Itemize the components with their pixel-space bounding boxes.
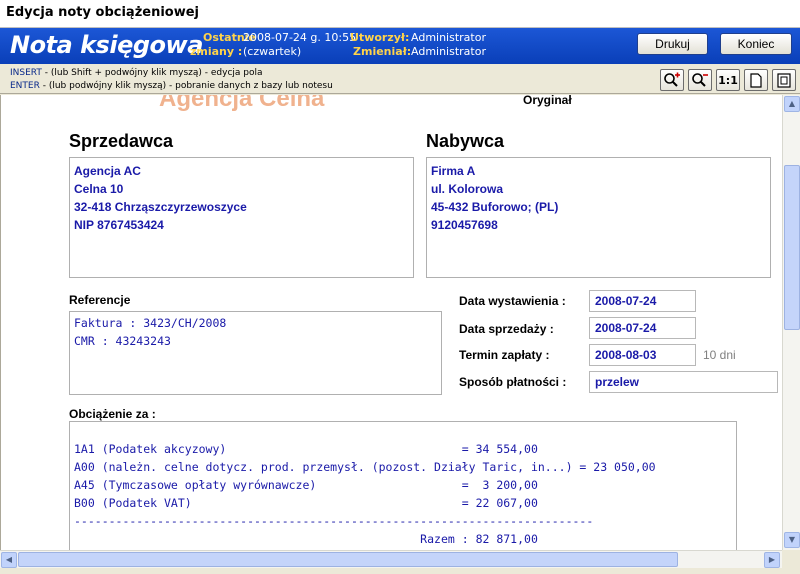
issue-date-field[interactable]: 2008-07-24 — [589, 290, 696, 312]
buyer-line: Firma A — [431, 164, 476, 178]
buyer-line: ul. Kolorowa — [431, 182, 503, 196]
seller-heading: Sprzedawca — [69, 131, 174, 151]
buyer-line: 45-432 Buforowo; (PL) — [431, 200, 559, 214]
seller-line: Celna 10 — [74, 182, 124, 196]
print-button[interactable]: Drukuj — [637, 33, 708, 55]
document-viewport[interactable]: Agencja Celna Oryginał Sprzedawca Agencj… — [0, 95, 782, 550]
charge-total: Razem : 82 871,00 — [74, 532, 538, 546]
app-logo: Nota księgowa — [10, 31, 203, 59]
hint-insert-key: INSERT — [10, 68, 42, 78]
scroll-up-icon[interactable]: ▲ — [784, 96, 800, 112]
seller-box[interactable]: Agencja AC Celna 10 32-418 Chrząszczyrze… — [69, 157, 414, 278]
buyer-line: 9120457698 — [431, 218, 498, 232]
sale-date-field[interactable]: 2008-07-24 — [589, 317, 696, 339]
charge-line: B00 (Podatek VAT) = 22 067,00 — [74, 496, 538, 510]
buyer-box[interactable]: Firma A ul. Kolorowa 45-432 Buforowo; (P… — [426, 157, 771, 278]
seller-line: 32-418 Chrząszczyrzewoszyce — [74, 200, 247, 214]
charges-box[interactable]: 1A1 (Podatek akcyzowy) = 34 554,00 A00 (… — [69, 421, 737, 550]
reference-line: CMR : 43243243 — [74, 334, 171, 348]
zoom-out-icon — [692, 73, 708, 87]
hint-insert: INSERT - (lub Shift + podwójny klik mysz… — [10, 68, 263, 78]
scroll-right-icon[interactable]: ▶ — [764, 552, 780, 568]
actual-size-label: 1:1 — [718, 73, 738, 87]
page-fit-button[interactable] — [772, 69, 796, 91]
hint-insert-text: - (lub Shift + podwójny klik myszą) - ed… — [44, 68, 263, 78]
hint-enter-key: ENTER — [10, 81, 40, 91]
window-bottom-edge — [0, 568, 800, 574]
payment-method-label: Sposób płatności : — [459, 375, 567, 389]
buyer-heading: Nabywca — [426, 131, 505, 151]
due-date-label: Termin zapłaty : — [459, 348, 550, 362]
scrollbar-corner — [782, 550, 800, 568]
zoom-in-icon — [664, 72, 680, 87]
changes-label: zmiany : — [190, 45, 243, 58]
window-title: Edycja noty obciążeniowej — [6, 5, 200, 20]
due-days: 10 dni — [703, 348, 736, 362]
due-date-field[interactable]: 2008-08-03 — [589, 344, 696, 366]
hint-enter: ENTER - (lub podwójny klik myszą) - pobr… — [10, 81, 333, 91]
zoom-in-button[interactable] — [660, 69, 684, 91]
sale-date-label: Data sprzedaży : — [459, 322, 554, 336]
created-by-value: Administrator — [411, 31, 486, 44]
seller-line: Agencja AC — [74, 164, 141, 178]
last-change-value: 2008-07-24 g. 10:55 — [243, 31, 357, 44]
modified-by-value: Administrator — [411, 45, 486, 58]
horizontal-scroll-thumb[interactable] — [18, 552, 678, 567]
horizontal-scrollbar[interactable]: ◀ ▶ — [0, 550, 782, 568]
charge-separator: ----------------------------------------… — [74, 514, 594, 528]
charges-heading: Obciążenie za : — [69, 407, 156, 421]
references-box[interactable]: Faktura : 3423/CH/2008 CMR : 43243243 — [69, 311, 442, 395]
scroll-left-icon[interactable]: ◀ — [1, 552, 17, 568]
references-heading: Referencje — [69, 293, 131, 307]
close-button[interactable]: Koniec — [720, 33, 792, 55]
page-button[interactable] — [744, 69, 768, 91]
changes-day: (czwartek) — [243, 45, 302, 58]
scroll-down-icon[interactable]: ▼ — [784, 532, 800, 548]
reference-line: Faktura : 3423/CH/2008 — [74, 316, 227, 330]
header-banner: Nota księgowa Ostatnie 2008-07-24 g. 10:… — [0, 28, 800, 64]
zoom-out-button[interactable] — [688, 69, 712, 91]
charge-line: A00 (należn. celne dotycz. prod. przemys… — [74, 460, 656, 474]
original-label: Oryginał — [523, 95, 572, 107]
vertical-scroll-thumb[interactable] — [784, 165, 800, 330]
charge-line: 1A1 (Podatek akcyzowy) = 34 554,00 — [74, 442, 538, 456]
agency-watermark: Agencja Celna — [159, 95, 325, 112]
payment-method-field[interactable]: przelew — [589, 371, 778, 393]
actual-size-button[interactable]: 1:1 — [716, 69, 740, 91]
page-icon — [750, 72, 762, 88]
window-titlebar: Edycja noty obciążeniowej — [0, 0, 800, 28]
issue-date-label: Data wystawienia : — [459, 294, 566, 308]
hint-enter-text: - (lub podwójny klik myszą) - pobranie d… — [42, 81, 333, 91]
vertical-scrollbar[interactable]: ▲ ▼ — [782, 95, 800, 550]
seller-line: NIP 8767453424 — [74, 218, 164, 232]
created-by-label: Utworzył: — [350, 31, 410, 44]
modified-by-label: Zmieniał: — [353, 45, 412, 58]
charge-line: A45 (Tymczasowe opłaty wyrównawcze) = 3 … — [74, 478, 538, 492]
page-fit-icon — [777, 72, 791, 88]
